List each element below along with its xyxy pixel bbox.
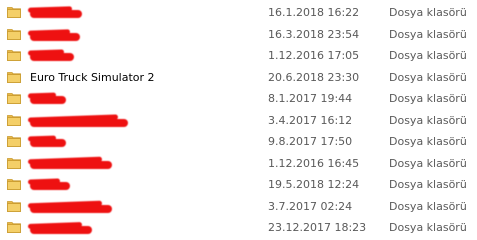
- item-type: Dosya klasörü: [389, 156, 467, 170]
- folder-icon: [7, 49, 21, 61]
- folder-icon: [7, 221, 21, 233]
- file-row[interactable]: 1.12.2016 16:45 Dosya klasörü: [0, 153, 477, 175]
- item-type: Dosya klasörü: [389, 27, 467, 41]
- file-row[interactable]: 8.1.2017 19:44 Dosya klasörü: [0, 88, 477, 110]
- folder-icon: [7, 157, 21, 169]
- date-modified: 23.12.2017 18:23: [268, 221, 367, 234]
- date-modified: 1.12.2016 17:05: [268, 49, 360, 62]
- redacted-name: [30, 96, 66, 104]
- folder-icon: [7, 28, 21, 40]
- redacted-name: [30, 204, 112, 213]
- item-type: Dosya klasörü: [389, 178, 467, 191]
- folder-icon: [7, 71, 21, 83]
- date-modified: 16.1.2018 16:22: [268, 6, 360, 19]
- date-modified: 19.5.2018 12:24: [268, 178, 360, 191]
- item-type: Dosya klasörü: [389, 113, 467, 127]
- file-row[interactable]: 19.5.2018 12:24 Dosya klasörü: [0, 174, 477, 196]
- date-modified: 9.8.2017 17:50: [268, 135, 353, 148]
- redacted-name: [30, 32, 80, 41]
- date-modified: 8.1.2017 19:44: [268, 92, 353, 105]
- folder-icon: [7, 114, 21, 126]
- item-type: Dosya klasörü: [389, 199, 467, 213]
- file-row[interactable]: 3.7.2017 02:24 Dosya klasörü: [0, 196, 477, 218]
- redacted-name: [30, 118, 128, 127]
- file-row[interactable]: 16.1.2018 16:22 Dosya klasörü: [0, 2, 477, 24]
- date-modified: 3.4.2017 16:12: [268, 113, 353, 127]
- date-modified: 20.6.2018 23:30: [268, 70, 360, 84]
- file-name: Euro Truck Simulator 2: [30, 70, 155, 84]
- item-type: Dosya klasörü: [389, 49, 467, 62]
- date-modified: 1.12.2016 16:45: [268, 156, 360, 170]
- file-row[interactable]: 1.12.2016 17:05 Dosya klasörü: [0, 45, 477, 67]
- redacted-name: [30, 160, 112, 169]
- redacted-name: [30, 139, 66, 147]
- redacted-name: [30, 10, 82, 18]
- folder-icon: [7, 92, 21, 104]
- file-row[interactable]: 23.12.2017 18:23 Dosya klasörü: [0, 217, 477, 239]
- file-list: 16.1.2018 16:22 Dosya klasörü 16.3.2018 …: [0, 2, 477, 239]
- item-type: Dosya klasörü: [389, 135, 467, 148]
- redacted-name: [30, 53, 74, 61]
- folder-icon: [7, 178, 21, 190]
- folder-icon: [7, 200, 21, 212]
- date-modified: 16.3.2018 23:54: [268, 27, 360, 41]
- redacted-name: [30, 182, 70, 190]
- folder-icon: [7, 6, 21, 18]
- item-type: Dosya klasörü: [389, 92, 467, 105]
- redacted-name: [30, 226, 92, 234]
- item-type: Dosya klasörü: [389, 221, 467, 234]
- file-row[interactable]: 9.8.2017 17:50 Dosya klasörü: [0, 131, 477, 153]
- item-type: Dosya klasörü: [389, 6, 467, 19]
- folder-icon: [7, 135, 21, 147]
- date-modified: 3.7.2017 02:24: [268, 199, 353, 213]
- file-row[interactable]: Euro Truck Simulator 2 20.6.2018 23:30 D…: [0, 67, 477, 89]
- item-type: Dosya klasörü: [389, 70, 467, 84]
- file-row[interactable]: 3.4.2017 16:12 Dosya klasörü: [0, 110, 477, 132]
- file-row[interactable]: 16.3.2018 23:54 Dosya klasörü: [0, 24, 477, 46]
